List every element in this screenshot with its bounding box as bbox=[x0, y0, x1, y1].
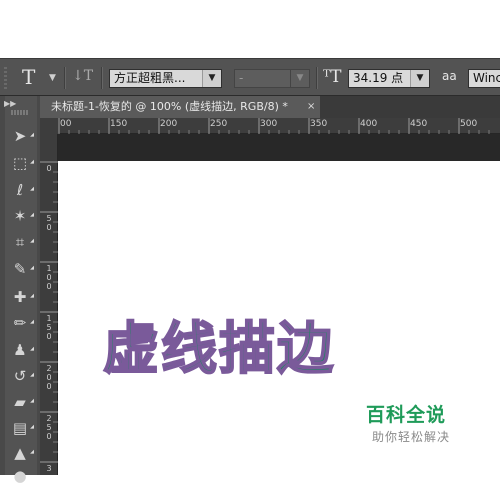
ruler-label: 1 0 0 bbox=[46, 264, 52, 291]
eraser-icon[interactable]: ▰ ◢ bbox=[8, 390, 34, 414]
dodge-icon[interactable]: ● bbox=[8, 464, 32, 488]
type-tool-icon[interactable]: T bbox=[22, 65, 35, 89]
ruler-label: 2 0 0 bbox=[46, 364, 52, 391]
ruler-label: 150 bbox=[110, 119, 128, 129]
font-style-select[interactable]: - ▼ bbox=[234, 69, 310, 88]
ruler-label: 200 bbox=[160, 119, 178, 129]
lasso-icon[interactable]: ℓ ◢ bbox=[8, 178, 34, 202]
ruler-label: 1 5 0 bbox=[46, 314, 52, 341]
horizontal-ruler[interactable]: 00 150 200 250 300 350 400 450 500 bbox=[58, 118, 500, 134]
crop-icon[interactable]: ⌗ ◢ bbox=[8, 230, 34, 254]
watermark-title: 百科全说 bbox=[366, 404, 447, 426]
close-icon[interactable]: × bbox=[307, 96, 315, 118]
chevron-down-icon: ▼ bbox=[410, 70, 429, 87]
vertical-ruler[interactable]: 0 5 0 1 0 0 1 5 0 2 0 0 2 5 0 3 bbox=[40, 134, 58, 475]
document-tab-title: 未标题-1-恢复的 @ 100% (虚线描边, RGB/8) * bbox=[51, 100, 288, 113]
divider bbox=[101, 67, 103, 89]
options-bar-grip[interactable] bbox=[4, 67, 7, 89]
anti-alias-select[interactable]: Winc bbox=[468, 69, 500, 88]
document-tab-bar: 未标题-1-恢复的 @ 100% (虚线描边, RGB/8) * × bbox=[40, 96, 500, 118]
magic-wand-icon[interactable]: ✶ ◢ bbox=[8, 204, 34, 228]
ruler-label: 5 0 bbox=[46, 214, 52, 232]
ruler-label: 500 bbox=[460, 119, 478, 129]
watermark-subtitle: 助你轻松解决 bbox=[372, 430, 451, 444]
anti-alias-icon: aa bbox=[442, 69, 457, 83]
collapse-panel-icon[interactable]: ▶▶ bbox=[4, 99, 16, 108]
font-family-select[interactable]: 方正超粗黑... ▼ bbox=[109, 69, 222, 88]
ruler-label: 450 bbox=[410, 119, 428, 129]
history-brush-icon[interactable]: ↺ ◢ bbox=[8, 364, 34, 388]
tool-preset-chevron-down-icon[interactable]: ▼ bbox=[49, 73, 56, 83]
stamp-icon[interactable]: ♟ ◢ bbox=[8, 338, 34, 362]
ruler-label: 400 bbox=[360, 119, 378, 129]
brush-icon[interactable]: ✏ ◢ bbox=[8, 311, 34, 335]
healing-brush-icon[interactable]: ✚ ◢ bbox=[8, 285, 34, 309]
divider bbox=[64, 67, 66, 89]
move-icon[interactable]: ➤ ◢ bbox=[8, 124, 34, 148]
ruler-label: 2 5 0 bbox=[46, 414, 52, 441]
ruler-label: 350 bbox=[310, 119, 328, 129]
chevron-down-icon: ▼ bbox=[290, 70, 309, 87]
top-blank-area bbox=[0, 0, 500, 58]
ruler-label: 0 bbox=[46, 164, 52, 173]
tools-panel-grip[interactable] bbox=[11, 110, 29, 115]
chevron-down-icon: ▼ bbox=[202, 70, 221, 87]
font-style-value: - bbox=[239, 71, 244, 85]
eyedropper-icon[interactable]: ✎ ◢ bbox=[8, 257, 34, 281]
options-bar: T ▼ ↓T 方正超粗黑... ▼ - ▼ ᵀT 34.19 点 ▼ aa Wi… bbox=[0, 58, 500, 96]
ruler-label: 250 bbox=[210, 119, 228, 129]
ruler-origin[interactable] bbox=[40, 118, 58, 134]
font-family-value: 方正超粗黑... bbox=[114, 71, 186, 85]
font-size-select[interactable]: 34.19 点 ▼ bbox=[348, 69, 430, 88]
ruler-label: 3 bbox=[46, 464, 52, 473]
pasteboard bbox=[58, 134, 500, 161]
font-size-icon: ᵀT bbox=[323, 67, 342, 87]
ruler-label: 00 bbox=[60, 119, 72, 129]
gradient-icon[interactable]: ▤ ◢ bbox=[8, 416, 34, 440]
text-orientation-icon[interactable]: ↓T bbox=[72, 68, 93, 88]
canvas-text-layer[interactable]: 虚线描边 bbox=[102, 317, 335, 383]
document-tab[interactable]: 未标题-1-恢复的 @ 100% (虚线描边, RGB/8) * × bbox=[40, 96, 320, 118]
blur-icon[interactable]: ▲ ◢ bbox=[8, 441, 34, 465]
ruler-label: 300 bbox=[260, 119, 278, 129]
font-size-value: 34.19 点 bbox=[353, 71, 404, 85]
marquee-icon[interactable]: ⬚ ◢ bbox=[8, 151, 34, 175]
divider bbox=[316, 67, 318, 89]
anti-alias-value: Winc bbox=[473, 71, 500, 85]
